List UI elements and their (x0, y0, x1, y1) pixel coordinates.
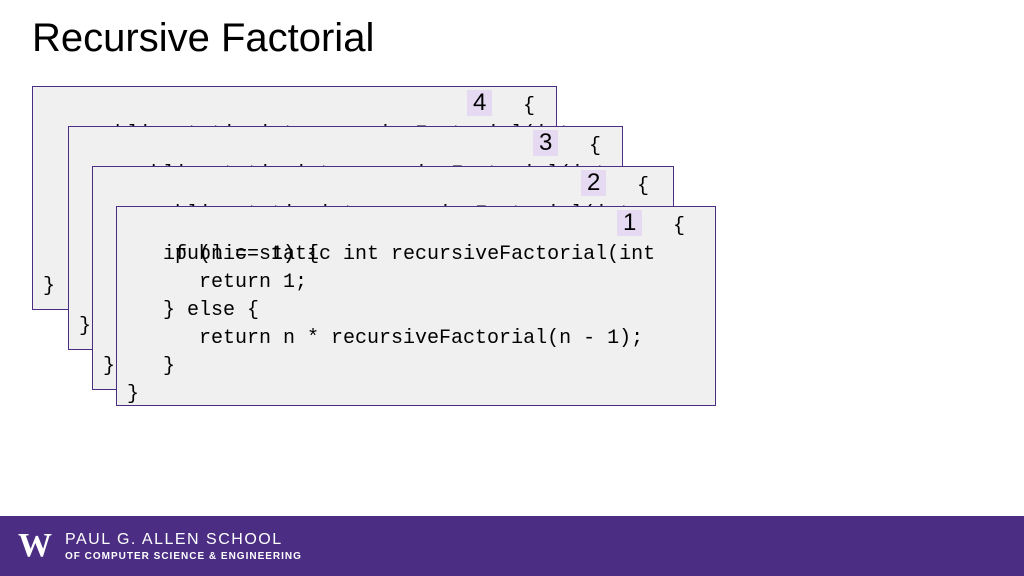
code-signature-suffix: { (625, 173, 649, 201)
footer-text: PAUL G. ALLEN SCHOOL OF COMPUTER SCIENCE… (65, 531, 302, 562)
param-badge: 3 (533, 130, 558, 156)
code-closing-brace: } (43, 273, 55, 301)
param-badge: 1 (617, 210, 642, 236)
uw-logo-icon: W (18, 529, 51, 563)
stack-frame-1: public static int recursiveFactorial(int… (116, 206, 716, 406)
code-signature-suffix: { (577, 133, 601, 161)
code-closing-brace: } (103, 353, 115, 381)
footer-bar: W PAUL G. ALLEN SCHOOL OF COMPUTER SCIEN… (0, 516, 1024, 576)
code-signature-suffix: { (511, 93, 535, 121)
page-title: Recursive Factorial (32, 16, 374, 61)
code-closing-brace: } (79, 313, 91, 341)
param-badge: 4 (467, 90, 492, 116)
footer-line2: OF COMPUTER SCIENCE & ENGINEERING (65, 551, 302, 562)
param-badge: 2 (581, 170, 606, 196)
footer-line1: PAUL G. ALLEN SCHOOL (65, 531, 302, 549)
code-body: if (n == 1) { return 1; } else { return … (127, 241, 643, 409)
code-signature-suffix: { (661, 213, 685, 241)
